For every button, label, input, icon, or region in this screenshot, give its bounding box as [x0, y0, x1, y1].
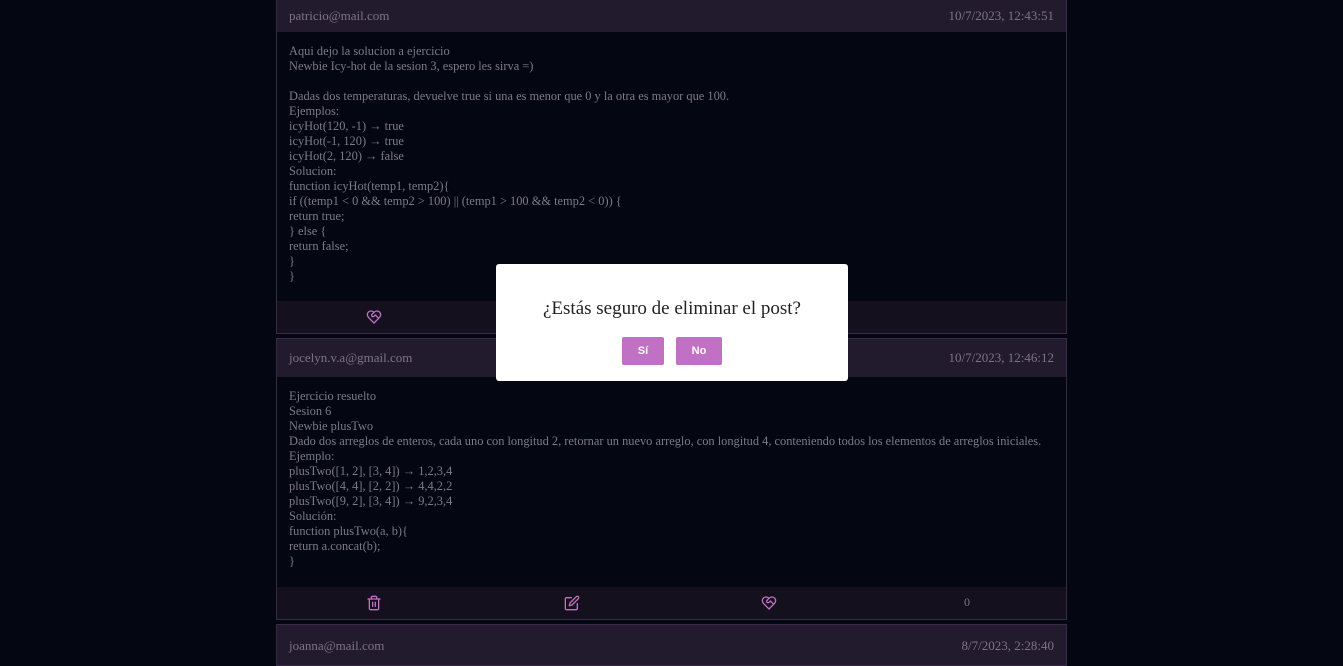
- post-footer: 0: [277, 587, 1066, 619]
- dialog-message: ¿Estás seguro de eliminar el post?: [542, 298, 801, 319]
- confirm-no-button[interactable]: No: [676, 337, 722, 365]
- post-header: patricio@mail.com 10/7/2023, 12:43:51: [277, 0, 1066, 32]
- like-button[interactable]: [366, 309, 382, 325]
- heart-handshake-icon: [366, 310, 382, 324]
- like-button[interactable]: [761, 595, 777, 611]
- heart-handshake-icon: [761, 596, 777, 610]
- post-author: patricio@mail.com: [289, 8, 390, 23]
- edit-button[interactable]: [564, 595, 580, 611]
- edit-icon: [564, 595, 580, 611]
- post-header: joanna@mail.com 8/7/2023, 2:28:40: [277, 625, 1066, 665]
- delete-button[interactable]: [366, 595, 382, 611]
- post-date: 10/7/2023, 12:43:51: [948, 8, 1054, 23]
- post-author: joanna@mail.com: [289, 638, 385, 653]
- trash-icon: [367, 595, 381, 611]
- dialog-actions: Sí No: [496, 337, 848, 365]
- confirm-yes-button[interactable]: Sí: [622, 337, 664, 365]
- post-date: 8/7/2023, 2:28:40: [961, 638, 1054, 653]
- post-date: 10/7/2023, 12:46:12: [948, 350, 1054, 365]
- post-author: jocelyn.v.a@gmail.com: [289, 350, 413, 365]
- delete-confirm-dialog: ¿Estás seguro de eliminar el post? Sí No: [496, 264, 848, 381]
- post-card: joanna@mail.com 8/7/2023, 2:28:40: [276, 624, 1067, 666]
- post-body: Ejercicio resuelto Sesion 6 Newbie plusT…: [289, 389, 1042, 568]
- post-body: Aqui dejo la solucion a ejercicio Newbie…: [289, 44, 730, 283]
- like-count: 0: [964, 595, 970, 609]
